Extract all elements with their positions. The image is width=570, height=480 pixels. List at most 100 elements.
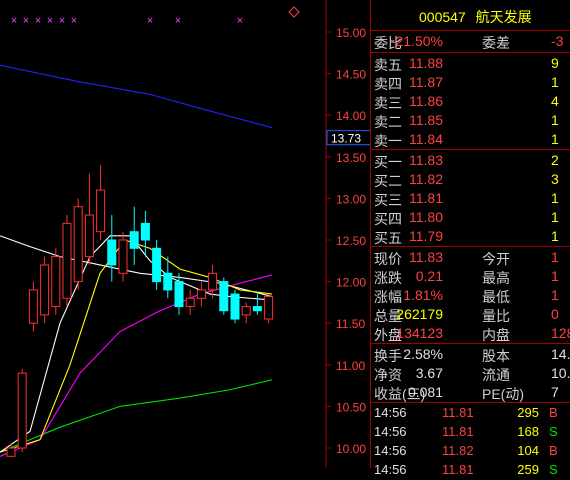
divider [371, 402, 570, 403]
ask-label: 卖二 [374, 114, 402, 130]
ask-volume: 1 [551, 112, 559, 128]
stat-value: 134123 [396, 325, 443, 341]
tick-row[interactable]: 14:56 11.81 168 S [371, 423, 570, 442]
candle-body [140, 222, 150, 241]
stat-label: 最高 [482, 270, 510, 286]
tick-volume: 168 [517, 424, 539, 439]
wei-cha-value: -3 [551, 33, 564, 49]
wei-bi-row: 委比 -21.50% 委差 -3 [371, 32, 570, 51]
event-marker: × [237, 15, 243, 27]
bid-volume: 2 [551, 152, 559, 168]
candle-body [84, 214, 94, 258]
fundamental-label: PE(动) [482, 386, 524, 402]
fundamental-value: 2.58% [403, 346, 443, 362]
kline-svg[interactable]: 15.00 14.50 14.00 13.50 13.00 12.50 12.00 11.50… [0, 0, 370, 468]
candle-body [118, 239, 128, 274]
price-axis-label: 11.00 [336, 359, 365, 373]
event-marker: × [71, 15, 77, 27]
candle-body [196, 289, 206, 299]
tick-price: 11.81 [442, 405, 474, 420]
candle-body [252, 306, 262, 312]
tick-time: 14:56 [374, 443, 407, 458]
bid-row: 买二 11.82 3 [371, 170, 570, 189]
price-axis-label: 13.50 [336, 151, 366, 165]
price-axis-label: 13.00 [336, 192, 366, 206]
stat-row: 现价 11.83 今开 1 [371, 248, 570, 267]
bid-volume: 1 [551, 228, 559, 244]
stock-title: 000547 航天发展 [419, 7, 532, 27]
fundamental-label: 换手 [374, 348, 402, 364]
fundamental-value: 7 [551, 384, 559, 400]
fundamental-row: 收益(三) 0.081 PE(动) 7 [371, 383, 570, 402]
ask-volume: 9 [551, 55, 559, 71]
diamond-outline-icon [288, 6, 300, 18]
bid-row: 买四 11.80 1 [371, 208, 570, 227]
divider [371, 52, 570, 53]
stat-label: 现价 [374, 251, 402, 267]
event-marker: × [35, 15, 41, 27]
candle-body [241, 306, 251, 316]
candle-body [129, 231, 139, 249]
stat-value: 1 [551, 287, 559, 303]
event-marker: × [175, 15, 181, 27]
tick-volume: 259 [517, 462, 539, 477]
ask-label: 卖一 [374, 133, 402, 149]
candle-body [230, 293, 240, 320]
candle-body [40, 264, 50, 316]
ask-row: 卖五 11.88 9 [371, 54, 570, 73]
stat-value: 0 [551, 306, 559, 322]
tick-row[interactable]: 14:56 11.81 295 B [371, 404, 570, 423]
fundamental-value: 0.081 [407, 384, 443, 400]
stat-value: 1 [551, 249, 559, 265]
stock-name: 航天发展 [475, 9, 532, 25]
tick-row[interactable]: 14:56 11.82 104 B [371, 442, 570, 461]
bid-volume: 1 [551, 190, 559, 206]
stat-value: 1 [551, 268, 559, 284]
candle-body [62, 222, 72, 299]
ask-price: 11.84 [409, 131, 443, 147]
tick-side: S [549, 424, 558, 439]
bid-label: 买三 [374, 192, 402, 208]
bid-volume: 3 [551, 171, 559, 187]
tick-time: 14:56 [374, 405, 407, 420]
stat-label: 涨跌 [374, 270, 402, 286]
kline-chart[interactable]: 15.00 14.50 14.00 13.50 13.00 12.50 12.00 11.50… [0, 0, 370, 468]
bid-label: 买一 [374, 154, 402, 170]
fundamental-row: 换手 2.58% 股本 14. [371, 345, 570, 364]
ask-label: 卖五 [374, 57, 402, 73]
ask-label: 卖四 [374, 76, 402, 92]
stat-row: 涨幅 1.81% 最低 1 [371, 286, 570, 305]
ma-blue-line [0, 64, 273, 129]
candle-body [264, 296, 274, 320]
bid-volume: 1 [551, 209, 559, 225]
candle-body [6, 447, 16, 457]
tick-side: B [549, 405, 558, 420]
ask-volume: 1 [551, 74, 559, 90]
ask-price: 11.88 [409, 55, 443, 71]
tick-side: S [549, 462, 558, 477]
price-axis-label: 10.00 [336, 442, 366, 456]
ask-row: 卖二 11.85 1 [371, 111, 570, 130]
tick-price: 11.81 [442, 462, 474, 477]
stat-row: 涨跌 0.21 最高 1 [371, 267, 570, 286]
bid-price: 11.83 [409, 152, 443, 168]
event-marker: × [59, 15, 65, 27]
price-axis-label: 11.50 [336, 317, 365, 331]
tick-row[interactable]: 14:56 11.81 259 S [371, 461, 570, 480]
ask-volume: 1 [551, 131, 559, 147]
fundamental-value: 14. [551, 346, 570, 362]
stat-label: 涨幅 [374, 289, 402, 305]
candle-body [28, 289, 38, 324]
candle-body [51, 256, 61, 308]
wei-bi-value: -21.50% [390, 33, 443, 49]
ask-price: 11.87 [409, 74, 443, 90]
candle-body [219, 281, 229, 312]
quote-panel: 000547 航天发展 委比 -21.50% 委差 -3 卖五 11.88 9 卖四 1… [370, 0, 570, 477]
stat-row: 总量 262179 量比 0 [371, 305, 570, 324]
tick-volume: 104 [517, 443, 539, 458]
stat-row: 外盘134123内盘128 [371, 324, 570, 343]
wei-cha-label: 委差 [482, 35, 510, 51]
price-axis-label: 15.00 [336, 26, 366, 40]
event-marker: × [147, 15, 153, 27]
bid-price: 11.82 [409, 171, 443, 187]
